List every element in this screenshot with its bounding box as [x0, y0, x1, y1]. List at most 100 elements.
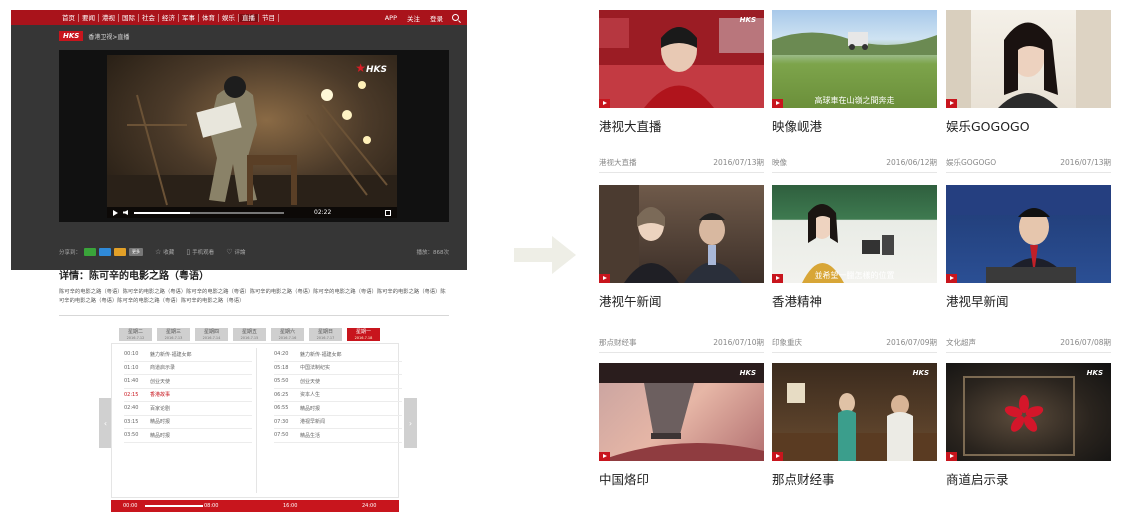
video-card[interactable]: 港视午新闻 — [599, 185, 764, 310]
schedule-row[interactable]: 05:18 中国法制纪实 — [274, 362, 402, 375]
day-tab-date: 2016.7.13 — [164, 336, 183, 340]
hks-logo[interactable]: HKS — [59, 31, 84, 41]
thumb-art — [772, 32, 937, 55]
schedule-row[interactable]: 00:10 魅力新传·福建女郎 — [124, 348, 252, 362]
schedule-program: 资本人生 — [300, 392, 321, 399]
nav-item-intl[interactable]: 国际 — [119, 13, 139, 22]
collect-button[interactable]: ☆ 收藏 — [155, 248, 174, 256]
schedule-row[interactable]: 01:40 创业天使 — [124, 375, 252, 389]
app-link[interactable]: APP — [380, 14, 402, 22]
meta-program[interactable]: 港视大直播 — [599, 157, 637, 168]
video-thumbnail[interactable]: HKS — [599, 10, 764, 108]
nav-item-home[interactable]: 首页 — [59, 13, 79, 22]
comment-button[interactable]: ♡ 评論 — [226, 248, 245, 256]
video-card[interactable]: 港视早新闻 — [946, 185, 1111, 310]
follow-link[interactable]: 关注 — [402, 13, 425, 23]
fullscreen-icon[interactable] — [385, 209, 391, 216]
meta-program[interactable]: 文化超声 — [946, 337, 976, 348]
schedule-body: 00:10 魅力新传·福建女郎 01:10 商道启示录 01:40 创业天使 02:15 香港… — [111, 343, 402, 498]
nav-item-military[interactable]: 军事 — [179, 13, 199, 22]
meta-program[interactable]: 娱乐GOGOGO — [946, 157, 996, 168]
nav-item-ent[interactable]: 娱乐 — [219, 13, 239, 22]
meta-program[interactable]: 映像 — [772, 157, 787, 168]
volume-icon[interactable] — [123, 210, 128, 215]
schedule-next-button[interactable]: › — [404, 398, 417, 448]
video-thumbnail[interactable]: HKS — [772, 363, 937, 461]
meta-program[interactable]: 印象重庆 — [772, 337, 802, 348]
schedule-row[interactable]: 02:40 百家论剧 — [124, 402, 252, 416]
video-title[interactable]: 映像岘港 — [772, 116, 937, 135]
video-scene — [107, 76, 397, 218]
video-thumbnail[interactable]: HKS — [599, 363, 764, 461]
schedule-row[interactable]: 03:50 精品时报 — [124, 429, 252, 443]
day-tab[interactable]: 星期五 2016.7.15 — [233, 328, 266, 341]
wechat-share-icon[interactable] — [84, 248, 97, 256]
divider — [59, 315, 449, 316]
day-tab[interactable]: 星期四 2016.7.14 — [195, 328, 228, 341]
video-title[interactable]: 中国烙印 — [599, 469, 764, 488]
video-thumbnail[interactable] — [599, 185, 764, 283]
video-card[interactable]: 高球車在山嶺之間奔走 映像岘港 — [772, 10, 937, 135]
day-tab[interactable]: 星期二 2016.7.12 — [119, 328, 152, 341]
video-thumbnail[interactable]: 並希望一臘怎樣的位置 — [772, 185, 937, 283]
nav-item-programs[interactable]: 节目 — [259, 13, 279, 22]
schedule-program: 精品时报 — [150, 419, 171, 426]
progress-bar[interactable] — [134, 211, 284, 214]
video-card[interactable]: 娱乐GOGOGO — [946, 10, 1111, 135]
video-title[interactable]: 商道启示录 — [946, 469, 1111, 488]
timeline-label-16: 16:00 — [283, 503, 298, 509]
schedule-row[interactable]: 04:20 魅力新传·福建女郎 — [274, 348, 402, 362]
video-title[interactable]: 那点财经事 — [772, 469, 937, 488]
video-title[interactable]: 港视午新闻 — [599, 291, 764, 310]
search-icon[interactable] — [452, 14, 459, 21]
nav-item-live[interactable]: 直播 — [239, 13, 259, 22]
nav-item-society[interactable]: 社会 — [139, 13, 159, 22]
schedule-row[interactable]: 07:50 精品生活 — [274, 429, 402, 443]
video-frame[interactable]: ★HKS — [107, 55, 397, 218]
video-card[interactable]: HKS 那点财经事 — [772, 363, 937, 488]
weibo-share-icon[interactable] — [114, 248, 127, 256]
login-link[interactable]: 登录 — [425, 13, 448, 23]
video-thumbnail[interactable] — [946, 10, 1111, 108]
schedule-row[interactable]: 05:50 创业天使 — [274, 375, 402, 389]
schedule-row[interactable]: 02:15 香港故事 — [124, 389, 252, 402]
day-tab[interactable]: 星期六 2016.7.16 — [271, 328, 304, 341]
video-meta: 港视大直播 2016/07/13期 — [599, 157, 764, 173]
schedule-timeline[interactable]: 00:00 08:00 16:00 24:00 — [111, 500, 399, 512]
nav-item-news[interactable]: 要闻 — [79, 13, 99, 22]
schedule-time: 05:50 — [274, 378, 289, 385]
comment-icon: ♡ — [226, 248, 233, 256]
nav-item-hk[interactable]: 港视 — [99, 13, 119, 22]
schedule-row[interactable]: 01:10 商道启示录 — [124, 362, 252, 375]
play-icon[interactable] — [113, 209, 118, 216]
video-title[interactable]: 香港精神 — [772, 291, 937, 310]
video-title[interactable]: 娱乐GOGOGO — [946, 116, 1111, 135]
more-share-button[interactable]: 更多 — [129, 248, 144, 256]
nav-item-sports[interactable]: 体育 — [199, 13, 219, 22]
day-tab[interactable]: 星期一 2016.7.18 — [347, 328, 380, 341]
qzone-share-icon[interactable] — [99, 248, 112, 256]
nav-item-economy[interactable]: 经济 — [159, 13, 179, 22]
video-thumbnail[interactable] — [946, 185, 1111, 283]
schedule-row[interactable]: 03:15 精品时报 — [124, 416, 252, 429]
video-card[interactable]: HKS 港视大直播 — [599, 10, 764, 135]
day-tab[interactable]: 星期日 2016.7.17 — [309, 328, 342, 341]
video-grid: HKS 港视大直播 高球車在山嶺之間奔走 映像岘港 娱乐GOGOGO 港视大直播… — [599, 10, 1111, 510]
schedule-row[interactable]: 06:55 精品时报 — [274, 402, 402, 416]
schedule-row[interactable]: 06:25 资本人生 — [274, 389, 402, 402]
breadcrumb[interactable]: 香港卫视>直播 — [88, 32, 129, 41]
day-tab[interactable]: 星期三 2016.7.13 — [157, 328, 190, 341]
video-player[interactable]: ★HKS 02:22 — [59, 50, 449, 222]
video-card[interactable]: HKS 商道启示录 — [946, 363, 1111, 488]
video-title[interactable]: 港视早新闻 — [946, 291, 1111, 310]
video-title[interactable]: 港视大直播 — [599, 116, 764, 135]
video-card[interactable]: 並希望一臘怎樣的位置 香港精神 — [772, 185, 937, 310]
video-thumbnail[interactable]: HKS — [946, 363, 1111, 461]
thumb-art — [599, 363, 764, 461]
video-thumbnail[interactable]: 高球車在山嶺之間奔走 — [772, 10, 937, 108]
player-page-screenshot: 首页 要闻 港视 国际 社会 经济 军事 体育 娱乐 直播 节目 APP 关注 … — [11, 10, 467, 512]
video-card[interactable]: HKS 中国烙印 — [599, 363, 764, 488]
schedule-row[interactable]: 07:30 港视早新闻 — [274, 416, 402, 429]
meta-program[interactable]: 那点财经事 — [599, 337, 637, 348]
mobile-view-button[interactable]: ▯ 手机观看 — [186, 248, 214, 256]
